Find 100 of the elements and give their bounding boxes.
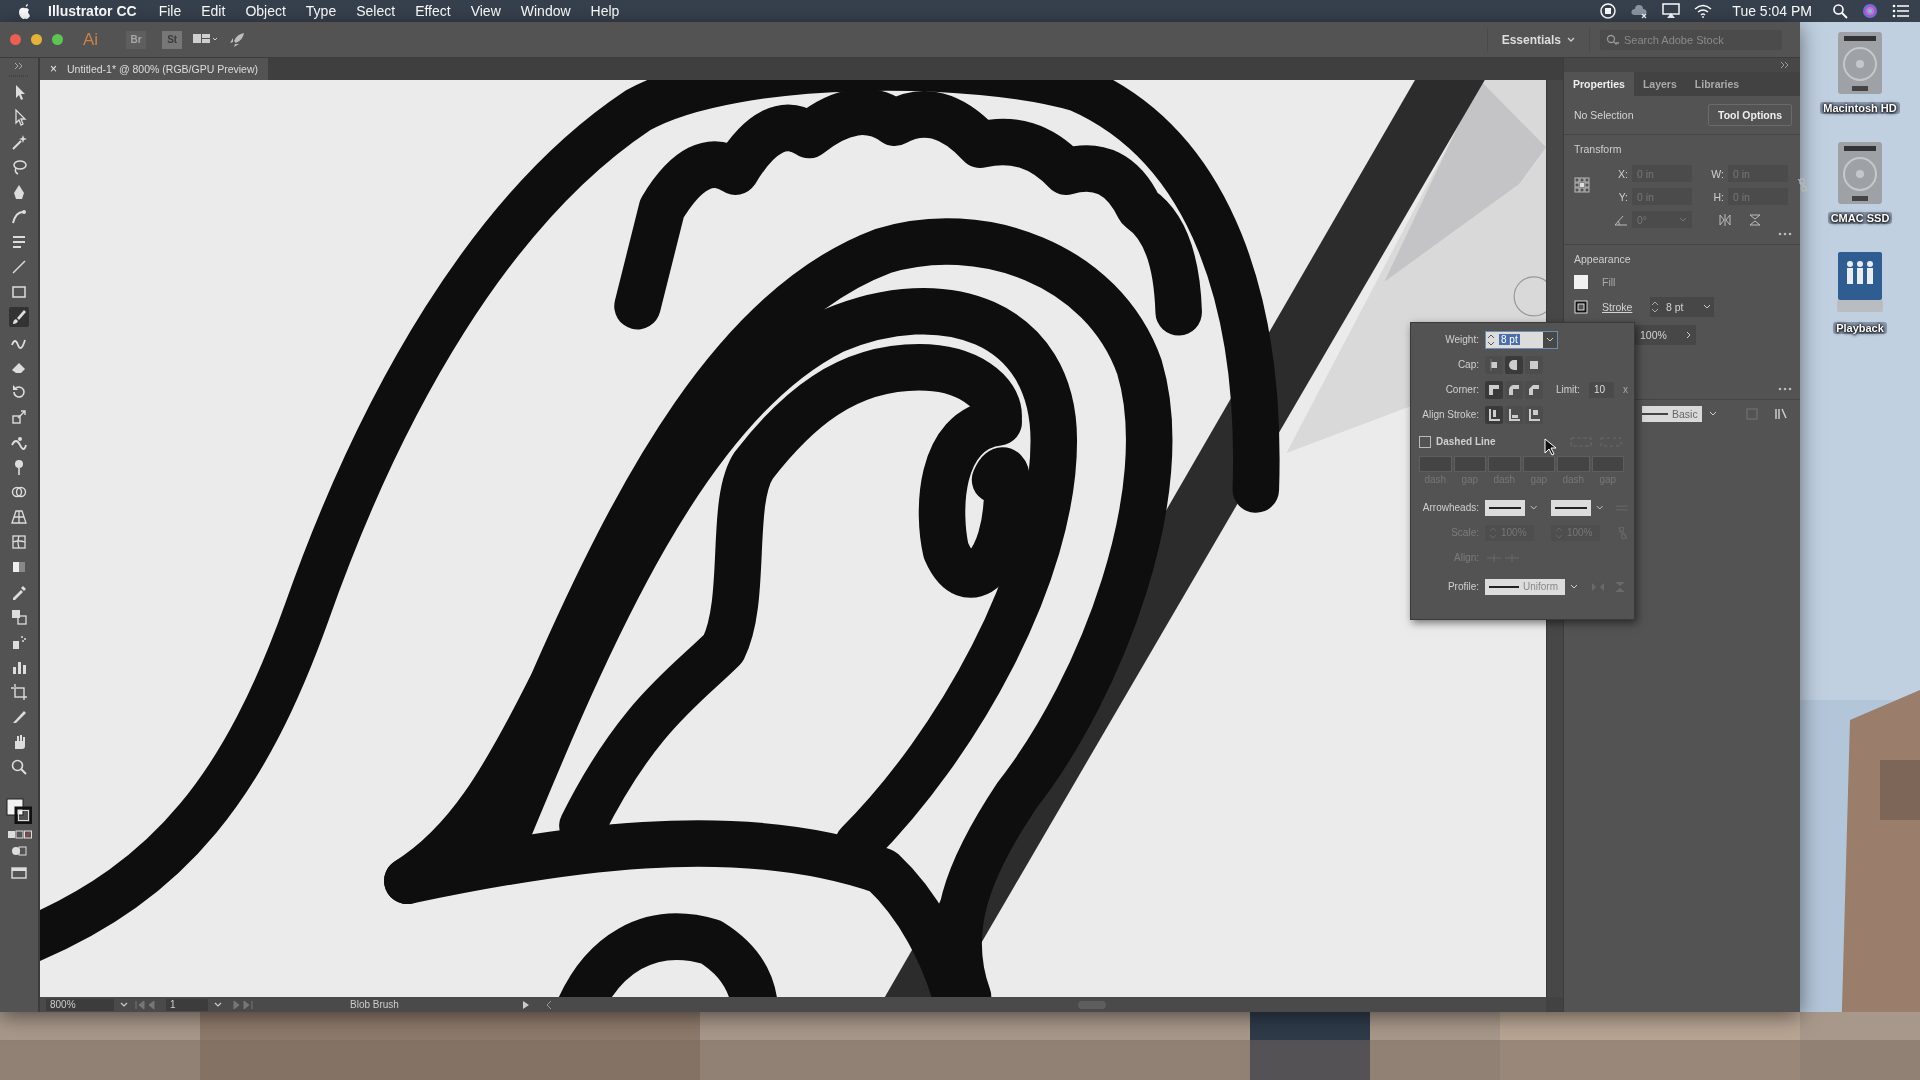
close-tab-button[interactable]: ×: [50, 62, 57, 76]
dash-field[interactable]: [1557, 456, 1590, 472]
caret-icon: [1546, 336, 1554, 343]
more-options-icon[interactable]: [1778, 387, 1792, 391]
menu-item[interactable]: Select: [346, 3, 406, 19]
menu-item[interactable]: Help: [580, 3, 630, 19]
caret-icon[interactable]: [1528, 504, 1540, 511]
fill-stroke-swatch-icon[interactable]: [6, 798, 32, 824]
brush-dropdown[interactable]: Basic: [1642, 406, 1702, 422]
record-icon[interactable]: [1600, 3, 1617, 19]
limit-field[interactable]: 10: [1588, 381, 1614, 398]
zoom-icon[interactable]: [9, 757, 29, 777]
mouse-pointer-icon: [1544, 438, 1556, 456]
fill-label: Fill: [1602, 276, 1616, 288]
dash-field[interactable]: [1522, 456, 1555, 472]
app-logo: Ai: [83, 29, 99, 50]
blend-icon[interactable]: [9, 607, 29, 627]
tool-options-button[interactable]: Tool Options: [1708, 104, 1792, 126]
dash-field[interactable]: [1419, 456, 1452, 472]
airplay-icon[interactable]: [1662, 3, 1681, 19]
menu-item[interactable]: Type: [295, 3, 347, 19]
screen-mode-icon[interactable]: [10, 866, 28, 880]
rocket-icon[interactable]: [228, 30, 247, 49]
round-join-button[interactable]: [1505, 380, 1523, 399]
list-icon[interactable]: [1892, 4, 1910, 18]
caret-icon[interactable]: [1594, 504, 1606, 511]
scale-icon[interactable]: [9, 407, 29, 427]
caret-icon[interactable]: [214, 1001, 222, 1008]
round-cap-button[interactable]: [1505, 355, 1523, 374]
align-center-button[interactable]: [1485, 405, 1503, 424]
panel-tab[interactable]: Libraries: [1685, 72, 1749, 96]
line-preview-icon: [1555, 505, 1588, 510]
panel-tab[interactable]: Properties: [1564, 72, 1634, 96]
minimize-button[interactable]: [31, 34, 42, 45]
weight-field[interactable]: 8 pt: [1485, 330, 1558, 349]
more-options-icon[interactable]: [1778, 232, 1792, 236]
miter-join-button[interactable]: [1485, 380, 1503, 399]
play-icon[interactable]: [522, 999, 530, 1010]
projecting-cap-button[interactable]: [1525, 355, 1543, 374]
perspective-grid-icon[interactable]: [9, 507, 29, 527]
siri-icon[interactable]: [1862, 3, 1878, 19]
collapse-icon[interactable]: [14, 62, 24, 70]
dash-field[interactable]: [1591, 456, 1624, 472]
selection-status: No Selection: [1574, 109, 1634, 121]
field-label: Corner:: [1444, 384, 1480, 395]
dash-field[interactable]: [1488, 456, 1521, 472]
align-inside-button[interactable]: [1505, 405, 1523, 424]
cloud-icon[interactable]: [1630, 3, 1649, 19]
spinner-icon: [1486, 332, 1496, 347]
mesh-icon[interactable]: [9, 532, 29, 552]
caret-icon[interactable]: [120, 1001, 128, 1008]
caret-icon[interactable]: [1568, 583, 1580, 590]
color-mode-icon[interactable]: [6, 830, 32, 840]
align-outside-button[interactable]: [1525, 405, 1543, 424]
bevel-join-button[interactable]: [1525, 380, 1543, 399]
flip-horizontal-icon[interactable]: [1719, 213, 1731, 226]
search-icon[interactable]: [1832, 3, 1848, 19]
menu-item[interactable]: Effect: [405, 3, 461, 19]
artboard-field[interactable]: 1: [166, 998, 208, 1011]
fill-swatch[interactable]: [1574, 275, 1588, 289]
menu-item[interactable]: View: [460, 3, 511, 19]
field-label: Profile:: [1446, 581, 1480, 592]
app-menu[interactable]: Illustrator CC: [32, 3, 149, 19]
menu-item[interactable]: Edit: [191, 3, 236, 19]
butt-cap-button[interactable]: [1485, 355, 1503, 374]
brush-icon[interactable]: [9, 307, 29, 327]
field-label: Arrowheads:: [1421, 502, 1480, 513]
stroke-weight-field[interactable]: 8 pt: [1650, 297, 1714, 317]
brush-library-icon[interactable]: [1774, 408, 1790, 420]
unit-label: x: [1623, 384, 1628, 395]
menu-item[interactable]: Object: [235, 3, 296, 19]
dash-field[interactable]: [1453, 456, 1486, 472]
flip-vertical-icon[interactable]: [1749, 213, 1761, 226]
spinner-icon: [1650, 300, 1660, 314]
artboard-icon[interactable]: [9, 682, 29, 702]
caret-icon[interactable]: [1707, 411, 1718, 417]
constrain-link-icon[interactable]: [1796, 177, 1810, 193]
field-label: W:: [1710, 167, 1725, 180]
dashed-line-checkbox[interactable]: [1419, 435, 1431, 448]
stroke-preview-icon: [1642, 413, 1668, 415]
document-tab[interactable]: × Untitled-1* @ 800% (RGB/GPU Preview): [40, 58, 268, 80]
menu-item[interactable]: Window: [510, 3, 581, 19]
search-field[interactable]: Search Adobe Stock: [1600, 29, 1782, 50]
zoom-button[interactable]: [52, 34, 63, 45]
collapse-icon[interactable]: [1780, 61, 1790, 69]
draw-mode-icon[interactable]: [10, 844, 28, 858]
panel-tab[interactable]: Layers: [1633, 72, 1686, 96]
clock[interactable]: Tue 5:04 PM: [1726, 3, 1818, 19]
scroll-left-icon[interactable]: [546, 999, 552, 1010]
zoom-field[interactable]: 800%: [46, 998, 114, 1011]
reference-point-icon[interactable]: [1574, 177, 1590, 193]
arrowhead-dropdown[interactable]: [1551, 499, 1592, 516]
opacity-field[interactable]: 100%: [1634, 325, 1696, 345]
stroke-swatch-icon[interactable]: [1574, 300, 1588, 314]
wifi-icon[interactable]: [1694, 4, 1713, 18]
workspace-switcher[interactable]: Essentials: [1486, 27, 1590, 52]
menu-item[interactable]: File: [148, 3, 192, 19]
arrowhead-dropdown[interactable]: [1485, 499, 1525, 516]
stroke-link[interactable]: Stroke: [1602, 301, 1634, 313]
field-label: Weight:: [1444, 334, 1480, 345]
